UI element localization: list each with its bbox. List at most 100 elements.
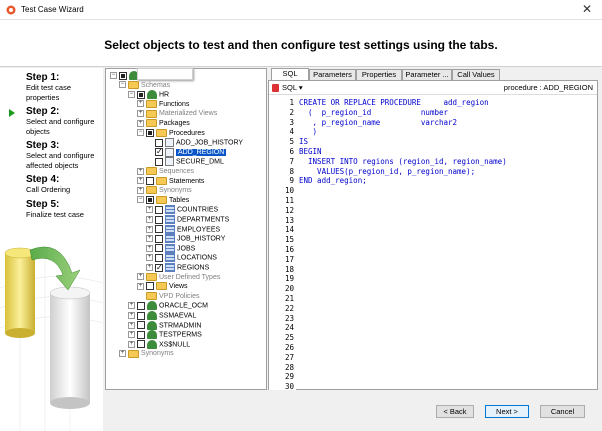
tree-checkbox[interactable]	[137, 311, 145, 320]
tree-item[interactable]: + Synonyms	[119, 349, 174, 359]
tree-checkbox[interactable]	[137, 340, 145, 349]
tree-checkbox[interactable]	[155, 147, 163, 157]
tree-checkbox[interactable]	[146, 128, 154, 137]
expand-icon[interactable]: +	[137, 167, 144, 175]
tree-item[interactable]: + STRMADMIN	[128, 320, 201, 331]
sql-mode-dropdown[interactable]: SQL ▾	[282, 83, 303, 92]
expand-icon[interactable]: +	[137, 186, 144, 194]
tree-item[interactable]: + TESTPERMS	[128, 330, 202, 340]
collapse-icon[interactable]: −	[119, 81, 126, 89]
expand-icon[interactable]: +	[137, 282, 144, 290]
tree-item[interactable]: + REGIONS	[146, 263, 209, 273]
tree-item[interactable]: + Packages	[137, 119, 190, 129]
expand-icon[interactable]: +	[119, 350, 126, 358]
collapse-icon[interactable]: −	[137, 129, 144, 137]
line-number: 28	[284, 362, 294, 372]
expand-icon[interactable]: +	[146, 244, 153, 252]
code-line: CREATE OR REPLACE PROCEDURE add_region	[299, 98, 489, 107]
tree-checkbox[interactable]	[137, 321, 145, 330]
expand-icon[interactable]: +	[137, 273, 144, 281]
expand-icon[interactable]: +	[128, 302, 135, 310]
expand-icon[interactable]: +	[137, 177, 144, 185]
tree-checkbox[interactable]	[137, 90, 145, 99]
tree-item-label: Materialized Views	[159, 110, 218, 118]
expand-icon[interactable]: +	[146, 235, 153, 243]
tree-item[interactable]: + DEPARTMENTS	[146, 215, 229, 225]
tree-item[interactable]: + Views	[137, 282, 188, 292]
tree-item[interactable]: + XS$NULL	[128, 339, 190, 350]
table-icon	[165, 215, 175, 224]
code-line: END add_region;	[299, 176, 367, 186]
expand-icon[interactable]: +	[128, 331, 135, 339]
expand-icon[interactable]: +	[146, 206, 153, 214]
tab-properties[interactable]: Properties	[356, 69, 402, 80]
expand-icon[interactable]: +	[146, 216, 153, 223]
tree-item[interactable]: SECURE_DML	[146, 157, 224, 167]
tree-checkbox[interactable]	[155, 138, 163, 147]
tree-item[interactable]: + SSMAEVAL	[128, 311, 196, 321]
folder-icon	[146, 291, 157, 300]
tree-item[interactable]: + Sequences	[137, 167, 194, 177]
back-button[interactable]: < Back	[436, 405, 474, 418]
tree-item[interactable]: + JOB_HISTORY	[146, 234, 225, 244]
tree-checkbox[interactable]	[155, 215, 163, 224]
collapse-icon[interactable]: −	[137, 196, 144, 204]
expand-icon[interactable]: +	[137, 119, 144, 127]
tree-item[interactable]: − Procedures	[137, 128, 205, 139]
tree-item[interactable]: + Synonyms	[137, 186, 192, 196]
folder-icon	[146, 99, 157, 108]
tree-checkbox[interactable]	[137, 301, 145, 310]
tree-checkbox[interactable]	[155, 225, 163, 234]
tab-call-values[interactable]: Call Values	[452, 69, 500, 80]
expand-icon[interactable]: +	[128, 312, 135, 319]
tree-checkbox[interactable]	[155, 205, 163, 214]
code-area[interactable]: CREATE OR REPLACE PROCEDURE add_region (…	[299, 96, 595, 390]
tree-item-label: ADD_JOB_HISTORY	[176, 139, 244, 147]
tree-item[interactable]: − Schemas	[119, 80, 170, 91]
collapse-icon[interactable]: −	[110, 72, 117, 79]
tree-item[interactable]: + User Defined Types	[137, 272, 220, 283]
tree-item[interactable]: VPD Policies	[137, 291, 199, 302]
cancel-button[interactable]: Cancel	[540, 405, 585, 418]
tree-checkbox[interactable]	[146, 176, 154, 185]
object-tree[interactable]: − − Schemas − HR + Functions + Materialized View…	[105, 68, 267, 390]
tree-item[interactable]: + Statements	[137, 176, 204, 187]
tree-item-label: JOBS	[177, 245, 196, 253]
tree-item[interactable]: − Tables	[137, 195, 189, 206]
tree-checkbox[interactable]	[155, 263, 163, 273]
tree-item[interactable]: + ORACLE_OCM	[128, 301, 208, 311]
tab-parameter-values[interactable]: Parameter ...	[402, 69, 452, 80]
tree-checkbox[interactable]	[146, 195, 154, 204]
tree-item[interactable]: − HR	[128, 90, 169, 100]
collapse-icon[interactable]: −	[128, 91, 135, 99]
tree-checkbox[interactable]	[155, 244, 163, 253]
tree-item[interactable]: + Functions	[137, 99, 189, 110]
tree-checkbox[interactable]	[137, 330, 145, 339]
next-button[interactable]: Next >	[485, 405, 529, 418]
sql-editor[interactable]: SQL ▾ procedure : ADD_REGION 1 2 3 4 5 6 7 8 9 10…	[268, 80, 598, 391]
tree-item[interactable]: + COUNTRIES	[146, 205, 218, 215]
user-icon	[147, 90, 157, 100]
line-number: 23	[284, 313, 294, 323]
expand-icon[interactable]: +	[146, 264, 153, 271]
tree-checkbox[interactable]	[146, 282, 154, 291]
tree-item[interactable]: + Materialized Views	[137, 109, 217, 119]
expand-icon[interactable]: +	[128, 340, 135, 348]
expand-icon[interactable]: +	[128, 321, 135, 329]
tree-item[interactable]: + JOBS	[146, 243, 196, 254]
expand-icon[interactable]: +	[137, 100, 144, 108]
close-icon[interactable]: ✕	[582, 2, 592, 16]
tree-checkbox[interactable]	[155, 234, 163, 243]
tree-checkbox[interactable]	[155, 253, 163, 262]
line-number: 14	[284, 225, 294, 235]
tree-checkbox[interactable]	[119, 71, 127, 80]
tree-checkbox[interactable]	[155, 157, 163, 166]
wizard-heading: Select objects to test and then configur…	[104, 38, 498, 52]
tab-parameters[interactable]: Parameters	[309, 69, 356, 80]
tree-item[interactable]: + EMPLOYEES	[146, 224, 220, 235]
tree-item[interactable]: ADD_REGION	[146, 147, 227, 158]
expand-icon[interactable]: +	[137, 110, 144, 118]
expand-icon[interactable]: +	[146, 225, 153, 233]
code-line: INSERT INTO regions (region_id, region_n…	[299, 156, 507, 166]
expand-icon[interactable]: +	[146, 254, 153, 262]
